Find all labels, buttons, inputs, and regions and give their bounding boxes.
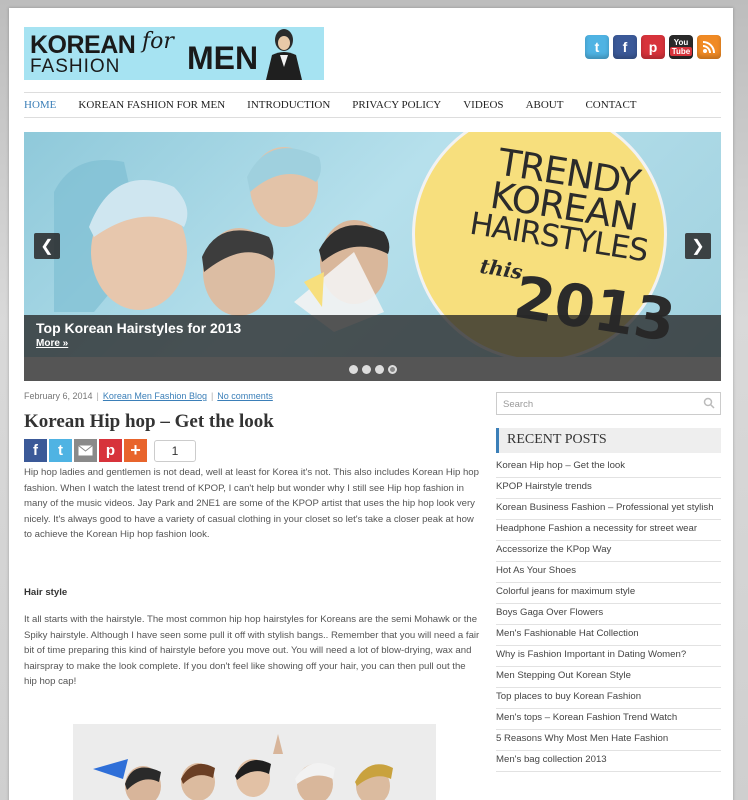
pinterest-icon[interactable]: p [641, 35, 665, 59]
youtube-icon[interactable]: You Tube [669, 35, 693, 59]
post-comments-link[interactable]: No comments [217, 391, 273, 401]
nav-contact[interactable]: CONTACT [585, 99, 636, 111]
slider-more-link[interactable]: More » [36, 338, 68, 349]
slider-dot[interactable] [348, 364, 358, 374]
slider-dot[interactable] [374, 364, 384, 374]
facebook-icon[interactable]: f [613, 35, 637, 59]
logo-model-image [266, 29, 302, 80]
twitter-share-icon[interactable]: t [49, 439, 72, 462]
email-share-icon[interactable] [74, 439, 97, 462]
slider-caption: Top Korean Hairstyles for 2013 More » [24, 315, 721, 357]
share-count: 1 [154, 439, 196, 462]
post-body-paragraph: It all starts with the hairstyle. The mo… [24, 614, 480, 687]
slider-pagination [24, 357, 721, 381]
featured-slider[interactable]: TRENDY KOREAN HAIRSTYLES this 2013 ❮ ❯ T… [24, 132, 721, 381]
page-container: KOREAN FASHION for MEN t f p You Tube HOM… [9, 8, 733, 800]
logo-men-text: MEN [187, 40, 259, 76]
post-category-link[interactable]: Korean Men Fashion Blog [103, 391, 207, 401]
facebook-share-icon[interactable]: f [24, 439, 47, 462]
social-icons: t f p You Tube [585, 35, 721, 59]
search-placeholder: Search [503, 399, 534, 410]
recent-post-item[interactable]: Men's bag collection 2013 [496, 751, 721, 772]
nav-about[interactable]: ABOUT [526, 99, 564, 111]
post-subheading: Hair style [24, 586, 68, 598]
recent-post-item[interactable]: Hot As Your Shoes [496, 562, 721, 583]
recent-post-item[interactable]: Boys Gaga Over Flowers [496, 604, 721, 625]
recent-post-item[interactable]: Headphone Fashion a necessity for street… [496, 520, 721, 541]
recent-post-item[interactable]: Top places to buy Korean Fashion [496, 688, 721, 709]
slider-caption-title[interactable]: Top Korean Hairstyles for 2013 [36, 320, 241, 336]
nav-korean-fashion-for-men[interactable]: KOREAN FASHION FOR MEN [78, 99, 225, 111]
site-logo[interactable]: KOREAN FASHION for MEN [24, 27, 324, 80]
nav-home[interactable]: HOME [24, 99, 56, 111]
recent-post-item[interactable]: Korean Hip hop – Get the look [496, 457, 721, 478]
logo-for-text: for [142, 29, 174, 54]
recent-post-item[interactable]: Men's Fashionable Hat Collection [496, 625, 721, 646]
recent-posts-heading: RECENT POSTS [496, 428, 721, 453]
recent-post-item[interactable]: Colorful jeans for maximum style [496, 583, 721, 604]
twitter-icon[interactable]: t [585, 35, 609, 59]
blog-post: February 6, 2014 | Korean Men Fashion Blog… [24, 391, 481, 690]
main-nav: HOME KOREAN FASHION FOR MEN INTRODUCTION… [24, 92, 721, 118]
nav-privacy-policy[interactable]: PRIVACY POLICY [352, 99, 441, 111]
recent-post-item[interactable]: 5 Reasons Why Most Men Hate Fashion [496, 730, 721, 751]
rss-icon[interactable] [697, 35, 721, 59]
nav-introduction[interactable]: INTRODUCTION [247, 99, 330, 111]
logo-fashion-text: FASHION [30, 56, 121, 77]
slider-prev-icon[interactable]: ❮ [34, 233, 60, 259]
recent-post-item[interactable]: KPOP Hairstyle trends [496, 478, 721, 499]
recent-post-item[interactable]: Why is Fashion Important in Dating Women… [496, 646, 721, 667]
recent-post-item[interactable]: Men's tops – Korean Fashion Trend Watch [496, 709, 721, 730]
recent-post-item[interactable]: Men Stepping Out Korean Style [496, 667, 721, 688]
post-intro-paragraph: Hip hop ladies and gentlemen is not dead… [24, 467, 479, 540]
search-input[interactable]: Search [496, 392, 721, 415]
nav-videos[interactable]: VIDEOS [463, 99, 503, 111]
post-title[interactable]: Korean Hip hop – Get the look [24, 411, 481, 433]
post-date: February 6, 2014 [24, 391, 93, 401]
recent-posts-list: Korean Hip hop – Get the look KPOP Hairs… [496, 457, 721, 772]
slider-next-icon[interactable]: ❯ [685, 233, 711, 259]
search-icon[interactable] [703, 397, 715, 409]
plus-share-icon[interactable]: + [124, 439, 147, 462]
recent-post-item[interactable]: Korean Business Fashion – Professional y… [496, 499, 721, 520]
slider-dot-active[interactable] [387, 364, 397, 374]
post-image [73, 724, 436, 800]
slider-dot[interactable] [361, 364, 371, 374]
recent-post-item[interactable]: Accessorize the KPop Way [496, 541, 721, 562]
share-bar: f t p + 1 [24, 439, 481, 462]
post-meta: February 6, 2014 | Korean Men Fashion Blog… [24, 391, 273, 401]
pinterest-share-icon[interactable]: p [99, 439, 122, 462]
